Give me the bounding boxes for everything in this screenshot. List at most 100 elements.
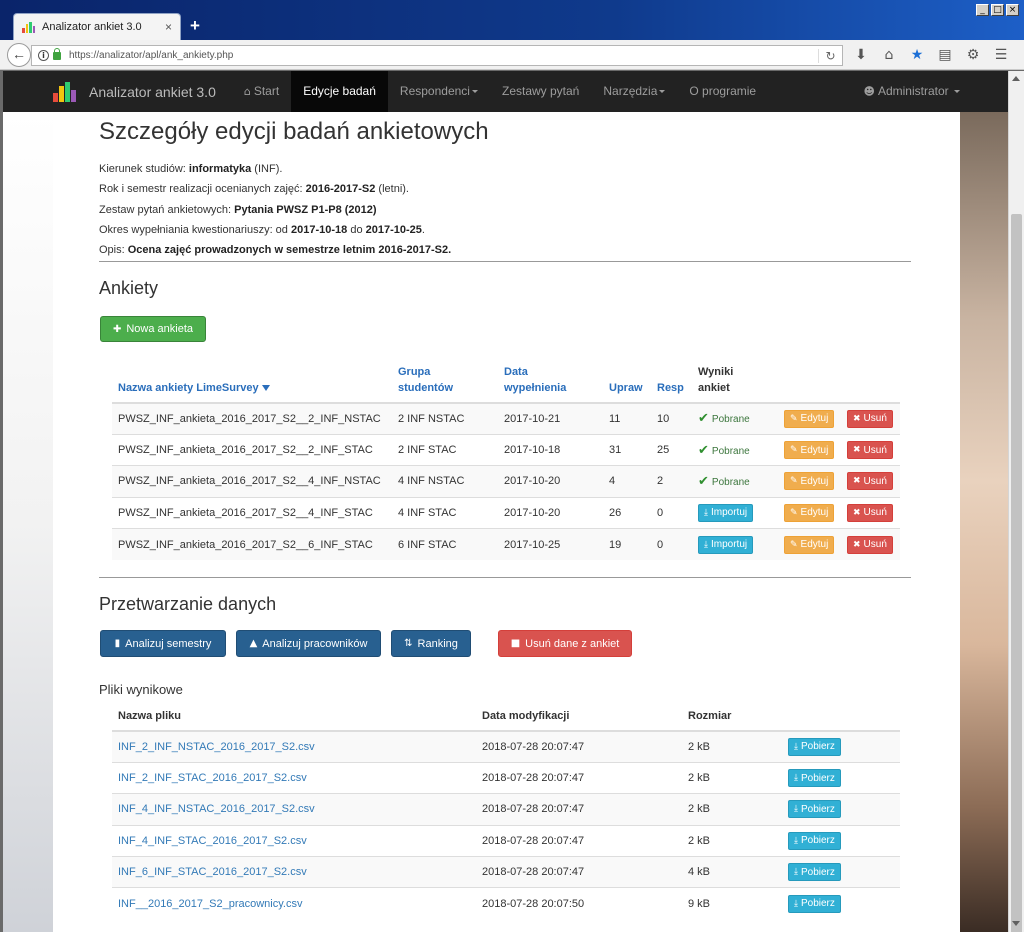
new-survey-button[interactable]: ✚ Nowa ankieta (100, 316, 206, 342)
survey-upraw: 26 (603, 496, 651, 529)
download-icon: ⤓ (794, 741, 798, 752)
file-link[interactable]: INF_4_INF_NSTAC_2016_2017_S2.csv (118, 803, 315, 815)
delete-survey-data-button[interactable]: ■ Usuń dane z ankiet (498, 630, 632, 657)
remove-icon: ✖ (853, 539, 861, 550)
edit-button[interactable]: ✎ Edytuj (784, 472, 835, 491)
survey-status: ⤓ Importuj (692, 528, 778, 560)
nav-item-zestawy[interactable]: Zestawy pytań (490, 71, 591, 112)
menu-icon[interactable]: ☰ (992, 46, 1010, 64)
remove-icon: ✖ (853, 413, 861, 424)
maximize-button[interactable]: □ (991, 4, 1004, 16)
nav-item-edycje[interactable]: Edycje badań (291, 71, 388, 112)
info-suffix: (letni). (375, 183, 409, 196)
info-suffix: (INF). (251, 163, 283, 175)
nav-item-o-programie[interactable]: O programie (677, 71, 768, 112)
file-link[interactable]: INF_6_INF_STAC_2016_2017_S2.csv (118, 866, 307, 878)
nav-item-start[interactable]: ⌂ Start (232, 71, 291, 112)
download-button[interactable]: ⤓ Pobierz (788, 863, 841, 882)
analyze-semesters-button[interactable]: ▮ Analizuj semestry (100, 630, 226, 657)
header-label: Grupa (398, 366, 431, 378)
file-size: 2 kB (682, 730, 782, 763)
survey-group: 6 INF STAC (392, 528, 498, 560)
file-modified: 2018-07-28 20:07:47 (476, 856, 682, 888)
delete-cell: ✖ Usuń (841, 402, 900, 435)
import-button[interactable]: ⤓ Importuj (698, 535, 754, 554)
button-label: Pobierz (800, 898, 835, 910)
minimize-button[interactable]: _ (976, 4, 989, 16)
survey-upraw: 4 (603, 465, 651, 498)
ranking-button[interactable]: ⇅ Ranking (391, 630, 471, 657)
clipboard-icon[interactable]: ▤ (936, 46, 954, 64)
edit-button[interactable]: ✎ Edytuj (784, 441, 835, 460)
file-link[interactable]: INF_2_INF_STAC_2016_2017_S2.csv (118, 772, 307, 784)
new-tab-button[interactable]: + (190, 17, 200, 34)
download-button[interactable]: ⤓ Pobierz (788, 894, 841, 913)
edit-button[interactable]: ✎ Edytuj (784, 503, 835, 522)
table-row: PWSZ_INF_ankieta_2016_2017_S2__2_INF_STA… (112, 433, 900, 466)
scroll-up-icon[interactable] (1012, 76, 1020, 81)
page-scrollbar[interactable] (1008, 71, 1024, 932)
col-header-upraw[interactable]: Upraw (603, 360, 651, 404)
tab-title: Analizator ankiet 3.0 (42, 21, 142, 33)
col-header-nazwa[interactable]: Nazwa ankiety LimeSurvey (112, 360, 392, 404)
info-rok: Rok i semestr realizacji ocenianych zaję… (99, 179, 451, 199)
app-logo-icon[interactable] (53, 81, 77, 102)
delete-button[interactable]: ✖ Usuń (847, 409, 893, 428)
table-row: INF_4_INF_STAC_2016_2017_S2.csv 2018-07-… (112, 824, 900, 857)
url-text[interactable]: https://analizator/apl/ank_ankiety.php (69, 50, 818, 61)
reload-icon[interactable]: ↻ (818, 48, 842, 63)
edit-button[interactable]: ✎ Edytuj (784, 535, 835, 554)
bookmark-star-icon[interactable]: ★ (908, 46, 926, 64)
delete-button[interactable]: ✖ Usuń (847, 472, 893, 491)
tab-close-icon[interactable]: × (165, 20, 172, 34)
download-icon[interactable]: ⬇ (852, 46, 870, 64)
file-link[interactable]: INF_4_INF_STAC_2016_2017_S2.csv (118, 835, 307, 847)
check-icon: ✔ (698, 442, 709, 458)
info-label: do (347, 223, 366, 236)
nav-item-narzedzia[interactable]: Narzędzia (591, 71, 677, 112)
survey-name: PWSZ_INF_ankieta_2016_2017_S2__6_INF_STA… (112, 528, 392, 560)
download-button[interactable]: ⤓ Pobierz (788, 831, 841, 850)
back-button[interactable]: ← (7, 43, 31, 67)
status-label: Pobrane (711, 476, 750, 488)
app-brand[interactable]: Analizator ankiet 3.0 (89, 84, 216, 100)
scrollbar-thumb[interactable] (1011, 214, 1022, 932)
close-window-button[interactable]: × (1006, 4, 1019, 16)
download-cell: ⤓ Pobierz (782, 793, 900, 826)
download-button[interactable]: ⤓ Pobierz (788, 737, 841, 756)
delete-button[interactable]: ✖ Usuń (847, 535, 893, 554)
home-icon: ⌂ (243, 85, 251, 98)
import-button[interactable]: ⤓ Importuj (698, 503, 754, 522)
graduation-cap-icon: ▲ (249, 638, 258, 649)
scroll-down-icon[interactable] (1012, 921, 1020, 926)
col-header-resp[interactable]: Resp (651, 360, 692, 404)
edit-button[interactable]: ✎ Edytuj (784, 409, 835, 428)
col-header-grupa[interactable]: Grupa studentów (392, 360, 498, 404)
header-label: Wyniki (698, 366, 734, 378)
table-row: PWSZ_INF_ankieta_2016_2017_S2__2_INF_NST… (112, 402, 900, 435)
caret-down-icon (954, 90, 960, 94)
col-header-data[interactable]: Data wypełnienia (498, 360, 603, 404)
download-button[interactable]: ⤓ Pobierz (788, 769, 841, 788)
nav-item-label: Narzędzia (603, 84, 658, 98)
info-label: Zestaw pytań ankietowych: (99, 203, 235, 216)
download-button[interactable]: ⤓ Pobierz (788, 800, 841, 819)
nav-user-menu[interactable]: ☻ Administrator (852, 71, 973, 112)
file-link[interactable]: INF__2016_2017_S2_pracownicy.csv (118, 898, 302, 910)
app-favicon-icon (22, 21, 35, 33)
analyze-employees-button[interactable]: ▲ Analizuj pracowników (236, 630, 381, 657)
site-info-icon[interactable]: i (38, 50, 49, 61)
delete-button[interactable]: ✖ Usuń (847, 441, 893, 460)
delete-button[interactable]: ✖ Usuń (847, 503, 893, 522)
file-link[interactable]: INF_2_INF_NSTAC_2016_2017_S2.csv (118, 741, 315, 753)
home-icon[interactable]: ⌂ (880, 46, 898, 64)
nav-item-respondenci[interactable]: Respondenci (388, 71, 490, 112)
surveys-table: Nazwa ankiety LimeSurvey Grupa studentów … (112, 360, 900, 560)
browser-tab[interactable]: Analizator ankiet 3.0 × (13, 13, 181, 40)
url-bar[interactable]: i https://analizator/apl/ank_ankiety.php… (31, 45, 843, 66)
button-label: Usuń (863, 444, 887, 456)
button-label: Nowa ankieta (126, 323, 194, 335)
extension-icon[interactable]: ⚙ (964, 46, 982, 64)
survey-group: 2 INF STAC (392, 433, 498, 466)
import-icon: ⤓ (704, 507, 708, 518)
